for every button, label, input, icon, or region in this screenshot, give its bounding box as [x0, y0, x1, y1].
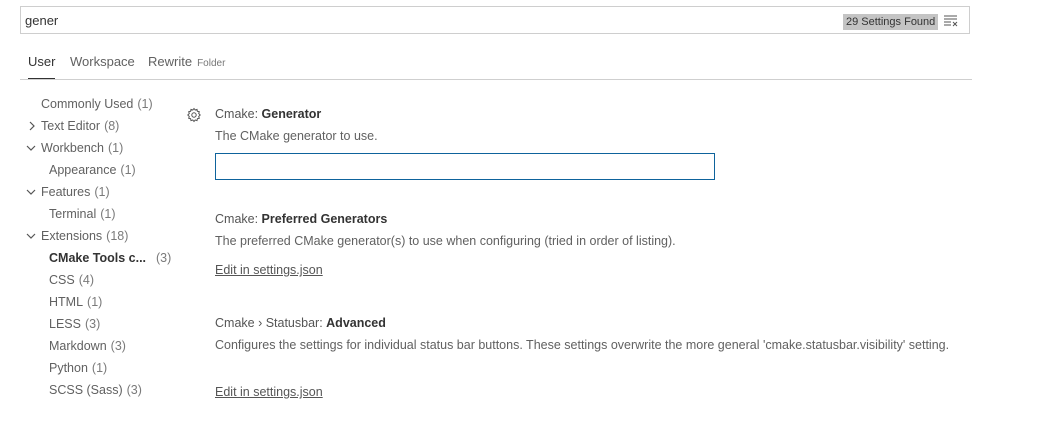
clear-filter-icon[interactable] [943, 13, 959, 29]
toc-item-less[interactable]: LESS (3) [49, 314, 100, 334]
setting-name: Generator [261, 107, 322, 121]
toc-item-html[interactable]: HTML (1) [49, 292, 102, 312]
toc-item-terminal[interactable]: Terminal (1) [49, 204, 116, 224]
tab-rewrite-folder[interactable]: Rewrite Folder [148, 52, 225, 78]
toc-label: Workbench [41, 141, 104, 155]
edit-in-settings-json-link[interactable]: Edit in settings.json [215, 385, 323, 399]
setting-title-generator: Cmake: Generator [215, 107, 321, 121]
settings-search-box[interactable]: 29 Settings Found [20, 6, 970, 34]
chevron-right-icon[interactable] [26, 120, 38, 132]
toc-count: (3) [126, 383, 142, 397]
toc-label: CMake Tools c... [49, 251, 147, 265]
setting-description-preferred-generators: The preferred CMake generator(s) to use … [215, 234, 676, 248]
search-input[interactable] [25, 7, 805, 33]
tab-folder-hint: Folder [197, 58, 226, 69]
setting-description-statusbar-advanced: Configures the settings for individual s… [215, 338, 950, 352]
toc-item-cmake-tools[interactable]: CMake Tools c... (3) [49, 248, 171, 268]
toc-label: Features [41, 185, 91, 199]
generator-input[interactable] [215, 153, 715, 180]
toc-label: Terminal [49, 207, 97, 221]
toc-label: LESS [49, 317, 81, 331]
toc-label: Text Editor [41, 119, 101, 133]
toc-count: (1) [120, 163, 136, 177]
toc-item-commonly-used[interactable]: Commonly Used (1) [41, 94, 153, 114]
toc-item-appearance[interactable]: Appearance (1) [49, 160, 136, 180]
setting-title-preferred-generators: Cmake: Preferred Generators [215, 212, 387, 226]
result-count-badge: 29 Settings Found [843, 14, 939, 30]
setting-category: Cmake › Statusbar: [215, 316, 327, 330]
setting-category: Cmake: [215, 212, 262, 226]
settings-scope-tabs: User Workspace Rewrite Folder [20, 52, 972, 80]
toc-label: SCSS (Sass) [49, 383, 123, 397]
toc-count: (1) [108, 141, 124, 155]
chevron-down-icon[interactable] [25, 186, 37, 198]
toc-count: (1) [94, 185, 110, 199]
setting-category: Cmake: [215, 107, 262, 121]
toc-label: Python [49, 361, 88, 375]
settings-editor: 29 Settings Found User Workspace Rewrite… [0, 0, 1050, 442]
toc-item-text-editor[interactable]: Text Editor (8) [41, 116, 119, 136]
toc-count: (1) [91, 361, 108, 375]
tab-rewrite-label: Rewrite [148, 54, 193, 69]
toc-count: (3) [84, 317, 101, 331]
toc-label: Markdown [49, 339, 107, 353]
toc-count: (1) [137, 97, 153, 111]
setting-name: Advanced [326, 316, 386, 330]
toc-label: Commonly Used [41, 97, 134, 111]
edit-in-settings-json-link[interactable]: Edit in settings.json [215, 263, 323, 277]
toc-item-markdown[interactable]: Markdown (3) [49, 336, 126, 356]
setting-description-generator: The CMake generator to use. [215, 129, 378, 143]
toc-label: Appearance [49, 163, 117, 177]
setting-title-statusbar-advanced: Cmake › Statusbar: Advanced [215, 316, 386, 330]
toc-count: (18) [106, 229, 129, 243]
toc-item-workbench[interactable]: Workbench (1) [41, 138, 123, 158]
toc-count: (1) [87, 295, 103, 309]
toc-count: (3) [110, 339, 126, 353]
toc-count: (8) [104, 119, 120, 133]
toc-item-features[interactable]: Features (1) [41, 182, 110, 202]
tab-workspace[interactable]: Workspace [70, 52, 135, 78]
setting-name: Preferred Generators [261, 212, 388, 226]
toc-count: (3) [156, 251, 172, 265]
toc-item-scss[interactable]: SCSS (Sass) (3) [49, 380, 142, 400]
chevron-down-icon[interactable] [25, 230, 37, 242]
toc-label: Extensions [41, 229, 103, 243]
tab-user[interactable]: User [28, 52, 56, 79]
gear-icon[interactable] [186, 107, 202, 123]
toc-item-css[interactable]: CSS (4) [49, 270, 94, 290]
toc-count: (4) [78, 273, 94, 287]
chevron-down-icon[interactable] [25, 142, 37, 154]
toc-item-python[interactable]: Python (1) [49, 358, 107, 378]
toc-label: HTML [49, 295, 84, 309]
toc-count: (1) [100, 207, 116, 221]
toc-label: CSS [49, 273, 75, 287]
toc-item-extensions[interactable]: Extensions (18) [41, 226, 128, 246]
